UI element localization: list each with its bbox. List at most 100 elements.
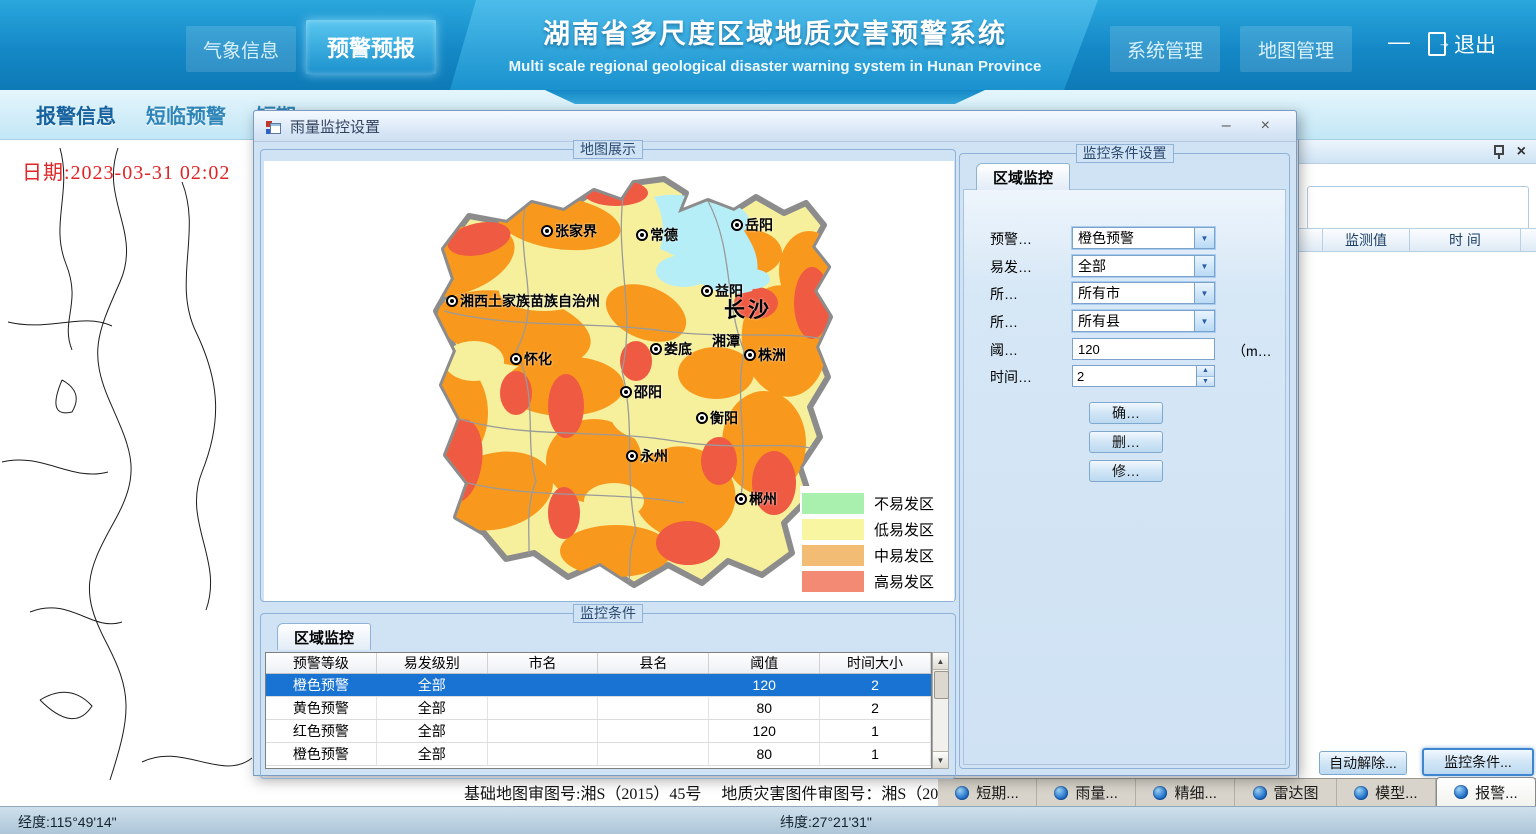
form-field-label: 阈… [990, 340, 1018, 360]
scroll-up-arrow[interactable]: ▲ [933, 653, 948, 670]
legend-swatch [802, 545, 864, 566]
conditions-tab-region-monitor[interactable]: 区域监控 [277, 623, 371, 650]
subnav-item[interactable]: 短临预警 [146, 100, 226, 129]
spinner-down-icon[interactable]: ▼ [1197, 377, 1214, 387]
scroll-down-arrow[interactable]: ▼ [933, 751, 948, 768]
banner-wedge [545, 90, 985, 104]
form-action-button[interactable]: 修… [1089, 460, 1163, 482]
dropdown-1[interactable]: 全部 [1072, 255, 1215, 277]
table-cell [598, 674, 709, 696]
threshold-input[interactable]: 120 [1072, 338, 1215, 360]
form-field-row: 阈… 120 （m… [960, 338, 1289, 360]
table-cell [488, 720, 599, 742]
dialog-titlebar[interactable]: 雨量监控设置 – × [254, 111, 1296, 142]
city-marker-icon [744, 349, 756, 361]
form-field-label: 所… [990, 284, 1018, 304]
bottom-tab[interactable]: 模型... [1337, 779, 1436, 806]
city-marker-icon [735, 493, 747, 505]
map-city-label: 岳阳 [731, 215, 773, 235]
table-cell: 全部 [377, 674, 488, 696]
right-panel-button[interactable]: 自动解除... [1319, 751, 1407, 775]
monitor-table-header-cell [1299, 229, 1323, 251]
bottom-tab[interactable]: 报警... [1436, 777, 1536, 806]
bottom-tab[interactable]: 雨量... [1037, 779, 1136, 806]
subnav-item[interactable]: 报警信息 [36, 100, 116, 129]
map-city-label: 邵阳 [620, 382, 662, 402]
time-spinner[interactable]: 2▲▼ [1072, 365, 1215, 387]
status-bar: 经度:115°49'14" 纬度:27°21'31" [0, 806, 1536, 834]
header-nav-button[interactable]: 气象信息 [186, 26, 296, 72]
form-field-label: 易发… [990, 257, 1032, 277]
exit-button[interactable]: 退出 [1428, 26, 1496, 62]
latitude-readout: 纬度:27°21'31" [780, 812, 872, 832]
table-header-cell: 易发级别 [377, 653, 488, 673]
table-row[interactable]: 红色预警全部1201 [266, 720, 931, 743]
window-minimize-button[interactable]: — [1384, 28, 1414, 56]
dialog-minimize-button[interactable]: – [1222, 118, 1231, 134]
table-cell: 黄色预警 [266, 697, 377, 719]
bottom-tab[interactable]: 短期... [938, 779, 1037, 806]
dropdown-3[interactable]: 所有县 [1072, 310, 1215, 332]
right-panel-button[interactable]: 监控条件... [1422, 748, 1534, 776]
table-cell: 橙色预警 [266, 674, 377, 696]
header-nav-button[interactable]: 系统管理 [1110, 26, 1220, 72]
dropdown-0[interactable]: 橙色预警 [1072, 227, 1215, 249]
panel-close-icon[interactable]: × [1517, 144, 1526, 160]
settings-tab-region-monitor[interactable]: 区域监控 [976, 163, 1070, 190]
scroll-thumb[interactable] [934, 671, 949, 699]
city-marker-icon [731, 219, 743, 231]
app-subtitle: Multi scale regional geological disaster… [455, 58, 1095, 75]
city-marker-icon [620, 386, 632, 398]
table-row[interactable]: 黄色预警全部802 [266, 697, 931, 720]
monitor-table-header-cell: 时 间 [1410, 229, 1521, 251]
exit-door-icon [1428, 32, 1446, 56]
legend-row: 高易发区 [802, 568, 948, 594]
city-marker-icon [541, 225, 553, 237]
table-cell: 1 [820, 743, 931, 765]
table-cell: 80 [709, 697, 820, 719]
city-marker-icon [446, 295, 458, 307]
dialog-close-button[interactable]: × [1261, 118, 1270, 134]
table-row[interactable]: 橙色预警全部1202 [266, 674, 931, 697]
dropdown-arrow-icon[interactable] [1194, 256, 1214, 276]
risk-legend: 不易发区 低易发区 中易发区 高易发区 [800, 486, 950, 598]
form-field-row: 时间… 2▲▼ [960, 365, 1289, 387]
form-action-button[interactable]: 删… [1089, 431, 1163, 453]
table-header-cell: 预警等级 [266, 653, 377, 673]
spinner-up-icon[interactable]: ▲ [1197, 366, 1214, 377]
table-header-cell: 县名 [598, 653, 709, 673]
map-city-label: 常德 [636, 225, 678, 245]
map-city-label: 株洲 [744, 345, 786, 365]
form-field-row: 预警… 橙色预警 [960, 227, 1289, 249]
header-nav-label: 预警预报 [327, 31, 415, 63]
dropdown-2[interactable]: 所有市 [1072, 282, 1215, 304]
globe-icon [1153, 786, 1167, 800]
table-header-cell: 市名 [488, 653, 599, 673]
header-nav-button[interactable]: 地图管理 [1240, 26, 1352, 72]
header-nav-label: 气象信息 [203, 36, 279, 63]
header-nav-button[interactable]: 预警预报 [306, 20, 436, 74]
table-row[interactable]: 橙色预警全部801 [266, 743, 931, 766]
table-cell [488, 697, 599, 719]
map-city-label: 张家界 [541, 221, 597, 241]
map-groupbox-label: 地图展示 [573, 140, 643, 159]
city-marker-icon [696, 412, 708, 424]
form-action-button[interactable]: 确… [1089, 402, 1163, 424]
table-scrollbar[interactable]: ▲ ▼ [932, 652, 949, 769]
table-header-cell: 时间大小 [820, 653, 931, 673]
legend-row: 中易发区 [802, 542, 948, 568]
bottom-tab[interactable]: 精细... [1136, 779, 1235, 806]
legend-label: 中易发区 [874, 545, 934, 566]
dropdown-arrow-icon[interactable] [1194, 311, 1214, 331]
app-title: 湖南省多尺度区域地质灾害预警系统 [455, 12, 1095, 51]
monitor-table-header: 监测值时 间 [1299, 228, 1536, 252]
dropdown-arrow-icon[interactable] [1194, 228, 1214, 248]
pin-icon[interactable] [1493, 145, 1503, 159]
monitor-settings-groupbox: 监控条件设置 区域监控 预警… 橙色预警 易发… 全部 所… 所有市 所… 所有… [959, 153, 1290, 769]
legend-row: 不易发区 [802, 490, 948, 516]
dropdown-arrow-icon[interactable] [1194, 283, 1214, 303]
header-nav-label: 系统管理 [1127, 36, 1203, 63]
map-city-label: 怀化 [510, 349, 552, 369]
unit-suffix: （m… [1232, 341, 1272, 361]
bottom-tab[interactable]: 雷达图 [1235, 779, 1337, 806]
